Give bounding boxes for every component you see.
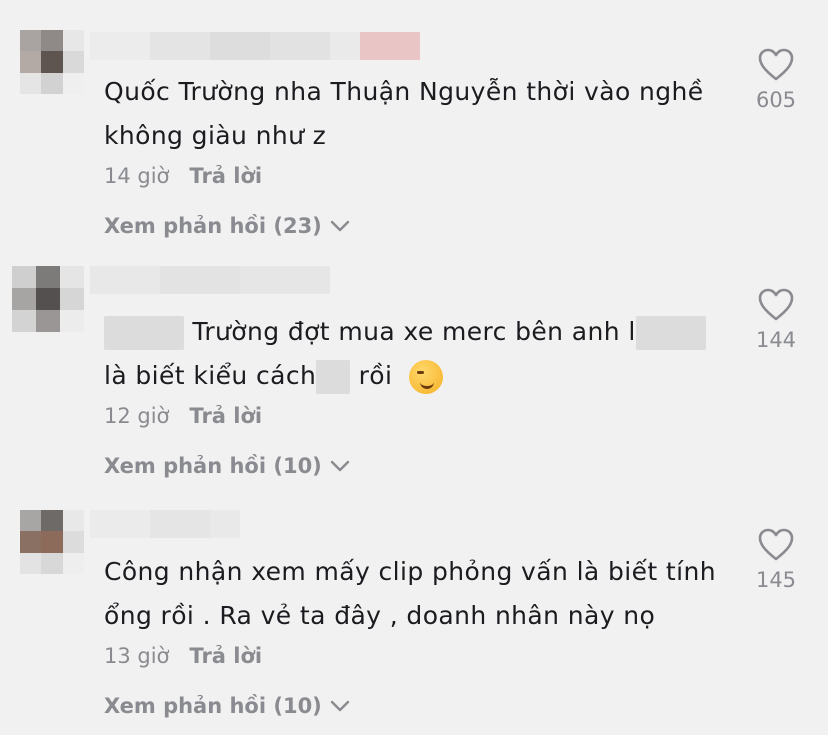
- username-blurred[interactable]: [90, 32, 420, 60]
- reply-button[interactable]: Trả lời: [189, 162, 262, 190]
- chevron-down-icon: [330, 460, 349, 472]
- comment-line-text: rồi: [358, 361, 393, 390]
- comment-meta: 13 giờ Trả lời: [104, 642, 262, 670]
- username-blurred[interactable]: [90, 266, 330, 294]
- smirking-face-emoji: [408, 360, 443, 394]
- like-control[interactable]: 605: [746, 48, 806, 112]
- comment-text: Công nhận xem mấy clip phỏng vấn là biết…: [104, 550, 744, 638]
- comment-time: 12 giờ: [104, 404, 170, 428]
- reply-button[interactable]: Trả lời: [189, 642, 262, 670]
- heart-outline-icon[interactable]: [757, 528, 795, 562]
- comment-line: là biết kiểu cách rồi: [104, 354, 744, 398]
- avatar[interactable]: [12, 266, 84, 332]
- view-replies-button[interactable]: Xem phản hồi (10): [104, 692, 350, 720]
- avatar[interactable]: [20, 30, 84, 94]
- heart-outline-icon[interactable]: [757, 48, 795, 82]
- comment-line: không giàu như z: [104, 121, 327, 150]
- comment-text: Trường đợt mua xe merc bên anh l là biết…: [104, 310, 744, 398]
- view-replies-button[interactable]: Xem phản hồi (10): [104, 452, 350, 480]
- comment-meta: 14 giờ Trả lời: [104, 162, 262, 190]
- avatar[interactable]: [20, 510, 84, 574]
- comment-text: Quốc Trường nha Thuận Nguyễn thời vào ng…: [104, 70, 744, 158]
- comment-line-text: là biết kiểu cách: [104, 361, 317, 390]
- like-count: 605: [755, 88, 797, 112]
- view-replies-label: Xem phản hồi (10): [104, 454, 322, 478]
- heart-outline-icon[interactable]: [757, 288, 795, 322]
- redacted-text: [635, 316, 706, 350]
- mention-blurred[interactable]: [104, 316, 184, 350]
- like-count: 145: [755, 568, 797, 592]
- view-replies-label: Xem phản hồi (23): [104, 214, 322, 238]
- chevron-down-icon: [330, 700, 349, 712]
- username-blurred[interactable]: [90, 510, 240, 538]
- like-control[interactable]: 145: [746, 528, 806, 592]
- view-replies-label: Xem phản hồi (10): [104, 694, 322, 718]
- comment-time: 14 giờ: [104, 164, 170, 188]
- comment-line-tail: l: [628, 317, 636, 346]
- comment-time: 13 giờ: [104, 644, 170, 668]
- comment-line: Trường đợt mua xe merc bên anh l: [104, 310, 744, 354]
- comment-line-text: Trường đợt mua xe merc bên anh: [192, 317, 620, 346]
- reply-button[interactable]: Trả lời: [189, 402, 262, 430]
- comment-line: ổng rồi . Ra vẻ ta đây , doanh nhân này …: [104, 601, 656, 630]
- like-count: 144: [755, 328, 797, 352]
- like-control[interactable]: 144: [746, 288, 806, 352]
- chevron-down-icon: [330, 220, 349, 232]
- comment-meta: 12 giờ Trả lời: [104, 402, 262, 430]
- comment-line: Quốc Trường nha Thuận Nguyễn thời vào ng…: [104, 77, 704, 106]
- view-replies-button[interactable]: Xem phản hồi (23): [104, 212, 350, 240]
- redacted-text: [316, 360, 351, 394]
- comment-line: Công nhận xem mấy clip phỏng vấn là biết…: [104, 557, 716, 586]
